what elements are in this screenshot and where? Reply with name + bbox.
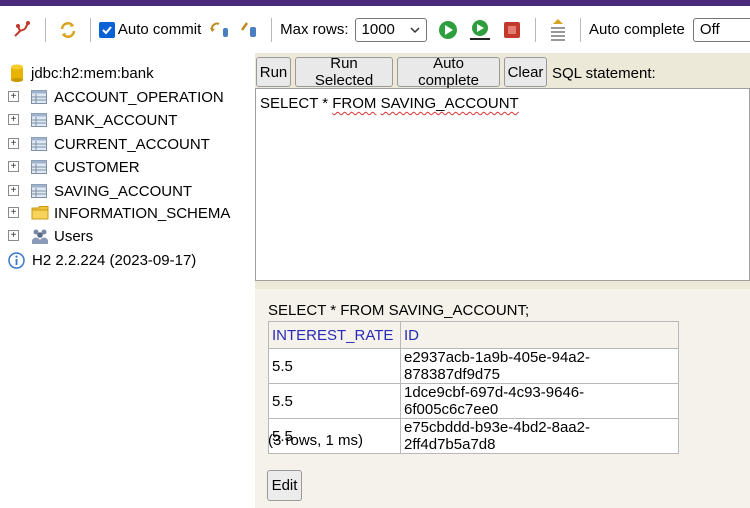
run-selected-button[interactable]: Run Selected	[295, 55, 393, 89]
tree-item-customer[interactable]: + CUSTOMER	[0, 156, 255, 178]
run-selected-icon[interactable]	[468, 18, 492, 42]
table-cell: 5.5	[268, 383, 401, 419]
run-icon[interactable]	[437, 18, 460, 42]
run-button[interactable]: Run	[256, 57, 291, 87]
table-row: 5.5 e2937acb-1a9b-405e-94a2-878387df9d75	[268, 348, 679, 384]
auto-complete-value: Off	[699, 21, 720, 38]
auto-commit-checkbox[interactable]: Auto commit	[98, 21, 202, 38]
tree-item-label: ACCOUNT_OPERATION	[54, 88, 224, 106]
expand-plus-icon[interactable]: +	[8, 138, 19, 149]
table-header-row: INTEREST_RATE ID	[268, 321, 679, 349]
toolbar-separator	[580, 17, 582, 42]
expand-plus-icon[interactable]: +	[8, 207, 19, 218]
toolbar-separator	[44, 17, 46, 42]
sql-keyword-from: FROM	[332, 95, 377, 112]
tree-item-label: CURRENT_ACCOUNT	[54, 135, 210, 153]
expand-plus-icon[interactable]: +	[8, 161, 19, 172]
tree-item-users[interactable]: + Users	[0, 225, 255, 247]
toolbar-separator	[534, 17, 536, 42]
auto-complete-select[interactable]: Off	[692, 17, 750, 42]
commit-icon[interactable]	[238, 18, 261, 42]
users-icon	[31, 227, 49, 244]
database-icon	[10, 64, 24, 86]
clear-button[interactable]: Clear	[504, 57, 547, 87]
result-panel: SELECT * FROM SAVING_ACCOUNT; INTEREST_R…	[255, 289, 750, 508]
table-cell: 5.5	[268, 348, 401, 384]
table-row: 5.5 1dce9cbf-697d-4c93-9646-6f005c6c7ee0	[268, 383, 679, 419]
expand-plus-icon[interactable]: +	[8, 114, 19, 125]
sql-text-prefix: SELECT *	[260, 95, 333, 112]
rollback-icon[interactable]	[209, 18, 232, 42]
auto-complete-button[interactable]: Auto complete	[397, 55, 500, 89]
tree-item-current-account[interactable]: + CURRENT_ACCOUNT	[0, 133, 255, 155]
max-rows-label: Max rows:	[280, 21, 349, 38]
table-icon	[31, 137, 47, 151]
folder-icon	[31, 205, 49, 220]
checkbox-checked-icon[interactable]	[98, 21, 115, 38]
table-icon	[31, 160, 47, 174]
tree-item-label: BANK_ACCOUNT	[54, 111, 178, 129]
table-icon	[31, 90, 47, 104]
expand-plus-icon[interactable]: +	[8, 91, 19, 102]
tree-item-saving-account[interactable]: + SAVING_ACCOUNT	[0, 180, 255, 202]
expand-plus-icon[interactable]: +	[8, 230, 19, 241]
tree-item-account-operation[interactable]: + ACCOUNT_OPERATION	[0, 86, 255, 108]
tree-root-label: jdbc:h2:mem:bank	[31, 64, 154, 82]
max-rows-value: 1000	[361, 21, 395, 38]
refresh-icon[interactable]	[56, 18, 79, 42]
tree-item-label: CUSTOMER	[54, 158, 140, 176]
table-cell: e2937acb-1a9b-405e-94a2-878387df9d75	[400, 348, 679, 384]
tree-item-bank-account[interactable]: + BANK_ACCOUNT	[0, 109, 255, 131]
info-icon	[8, 252, 25, 273]
column-header[interactable]: INTEREST_RATE	[268, 321, 401, 349]
toolbar: Auto commit Max rows: 1000 Auto complete…	[0, 6, 750, 53]
auto-commit-label: Auto commit	[117, 21, 202, 38]
version-label: H2 2.2.224 (2023-09-17)	[32, 251, 197, 269]
sql-statement-label: SQL statement:	[552, 65, 656, 82]
tree-item-information-schema[interactable]: + INFORMATION_SCHEMA	[0, 202, 255, 224]
table-icon	[31, 113, 47, 127]
auto-complete-label: Auto complete	[589, 21, 685, 38]
table-cell: e75cbddd-b93e-4bd2-8aa2-2ff4d7b5a7d8	[400, 418, 679, 454]
column-header[interactable]: ID	[400, 321, 679, 349]
schema-tree-panel: jdbc:h2:mem:bank + ACCOUNT_OPERATION + B…	[0, 53, 255, 508]
sql-editor[interactable]: SELECT * FROM SAVING_ACCOUNT	[255, 88, 750, 281]
table-cell: 1dce9cbf-697d-4c93-9646-6f005c6c7ee0	[400, 383, 679, 419]
tree-item-label: INFORMATION_SCHEMA	[54, 204, 231, 222]
toolbar-separator	[271, 17, 273, 42]
tree-item-label: SAVING_ACCOUNT	[54, 182, 193, 200]
disconnect-icon[interactable]	[11, 18, 34, 42]
toolbar-separator	[89, 17, 91, 42]
stop-icon[interactable]	[501, 18, 524, 42]
sql-table-name: SAVING_ACCOUNT	[380, 95, 519, 112]
tree-version-info: H2 2.2.224 (2023-09-17)	[0, 249, 255, 271]
edit-button[interactable]: Edit	[267, 470, 302, 501]
result-sql-text: SELECT * FROM SAVING_ACCOUNT;	[268, 302, 530, 319]
query-panel: Run Run Selected Auto complete Clear SQL…	[255, 53, 750, 289]
max-rows-select[interactable]: 1000	[354, 17, 427, 42]
table-icon	[31, 184, 47, 198]
chevron-down-icon	[410, 21, 420, 38]
tree-item-label: Users	[54, 227, 94, 245]
history-icon[interactable]	[547, 18, 570, 42]
expand-plus-icon[interactable]: +	[8, 185, 19, 196]
result-info: (3 rows, 1 ms)	[268, 432, 364, 449]
